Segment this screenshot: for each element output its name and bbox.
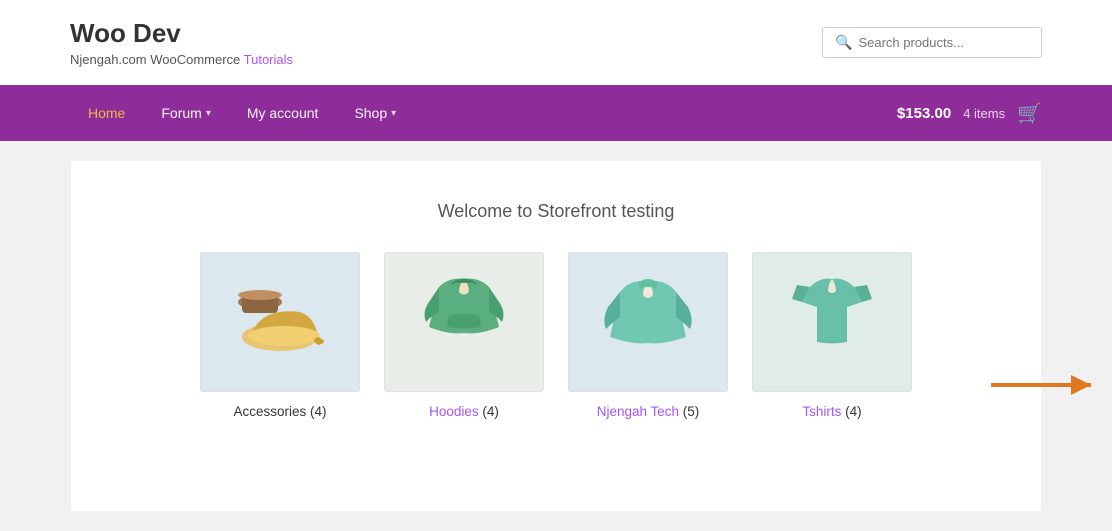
product-card-hoodies[interactable]: Hoodies (4) (384, 252, 544, 419)
nav-left: Home Forum ▾ My account Shop ▾ (70, 87, 414, 139)
product-image-tshirts (752, 252, 912, 392)
nav-right: $153.00 4 items 🛒 (897, 101, 1042, 126)
nav-item-home[interactable]: Home (70, 87, 143, 139)
product-card-accessories[interactable]: Accessories (4) (200, 252, 360, 419)
chevron-down-icon: ▾ (206, 108, 211, 119)
site-header: Woo Dev Njengah.com WooCommerce Tutorial… (0, 0, 1112, 85)
hoodies-name: Hoodies (429, 404, 479, 419)
main-navbar: Home Forum ▾ My account Shop ▾ $153.00 4… (0, 85, 1112, 141)
nav-item-shop[interactable]: Shop ▾ (336, 87, 414, 139)
welcome-title: Welcome to Storefront testing (101, 201, 1011, 222)
nav-shop-label: Shop (354, 105, 387, 121)
product-label-hoodies: Hoodies (4) (384, 404, 544, 419)
products-wrapper: Accessories (4) (101, 252, 1011, 419)
product-image-hoodies (384, 252, 544, 392)
product-image-accessories (200, 252, 360, 392)
main-content: Welcome to Storefront testing (71, 161, 1041, 511)
site-title: Woo Dev (70, 18, 293, 49)
hoodies-count: (4) (482, 404, 499, 419)
tshirts-name: Tshirts (802, 404, 841, 419)
njengah-link[interactable]: Njengah Tech (597, 404, 679, 419)
njengah-count: (5) (683, 404, 700, 419)
annotation-arrow (981, 367, 1101, 408)
nav-forum-label: Forum (161, 105, 201, 121)
product-image-njengah (568, 252, 728, 392)
nav-item-forum[interactable]: Forum ▾ (143, 87, 228, 139)
product-label-accessories: Accessories (4) (200, 404, 360, 419)
search-input[interactable] (858, 35, 1029, 50)
product-grid: Accessories (4) (200, 252, 912, 419)
tshirts-count: (4) (845, 404, 862, 419)
cart-count: 4 items (963, 106, 1005, 121)
tshirts-link[interactable]: Tshirts (802, 404, 841, 419)
site-tagline: Njengah.com WooCommerce Tutorials (70, 52, 293, 67)
accessories-name: Accessories (233, 404, 306, 419)
cart-price: $153.00 (897, 105, 951, 122)
cart-icon[interactable]: 🛒 (1017, 101, 1042, 126)
site-branding: Woo Dev Njengah.com WooCommerce Tutorial… (70, 18, 293, 67)
nav-item-myaccount[interactable]: My account (229, 87, 337, 139)
search-bar[interactable]: 🔍 (822, 27, 1042, 58)
nav-home-label: Home (88, 105, 125, 121)
tagline-link[interactable]: Tutorials (244, 52, 293, 67)
tagline-plain: Njengah.com WooCommerce (70, 52, 244, 67)
accessories-count: (4) (310, 404, 327, 419)
chevron-down-icon: ▾ (391, 108, 396, 119)
product-card-tshirts[interactable]: Tshirts (4) (752, 252, 912, 419)
njengah-name: Njengah Tech (597, 404, 679, 419)
product-label-njengah: Njengah Tech (5) (568, 404, 728, 419)
product-card-njengah[interactable]: Njengah Tech (5) (568, 252, 728, 419)
nav-myaccount-label: My account (247, 105, 319, 121)
search-icon: 🔍 (835, 34, 852, 51)
product-label-tshirts: Tshirts (4) (752, 404, 912, 419)
hoodies-link[interactable]: Hoodies (429, 404, 479, 419)
